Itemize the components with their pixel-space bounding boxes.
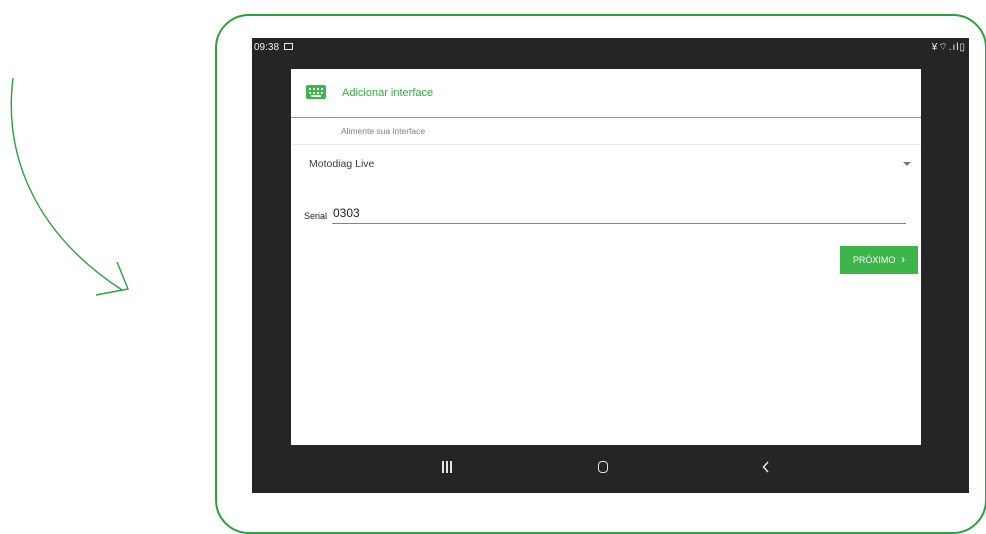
chevron-right-icon: › (901, 254, 906, 266)
android-nav-bar (252, 445, 969, 493)
tablet-screen: 09:38 ¥⌔.ıl▯ Adicionar interface Aliment… (252, 38, 969, 493)
app-header: Adicionar interface (291, 69, 921, 118)
status-indicators: ¥⌔.ıl▯ (931, 42, 966, 53)
next-button-label: PRÓXIMO (852, 255, 896, 265)
serial-label: Serial (304, 211, 328, 221)
status-bar: 09:38 ¥⌔.ıl▯ (252, 38, 969, 58)
status-time: 09:38 (254, 42, 280, 53)
subheader-text: Alimente sua interface (341, 126, 426, 136)
home-icon[interactable] (598, 461, 608, 473)
caret-down-icon (903, 162, 911, 166)
keyboard-icon (306, 85, 326, 99)
subheader: Alimente sua interface (291, 118, 921, 145)
interface-select[interactable]: Motodiag Live (291, 145, 921, 181)
back-icon[interactable] (762, 461, 770, 473)
page-title: Adicionar interface (342, 87, 434, 99)
interface-select-value: Motodiag Live (309, 158, 375, 170)
add-interface-screen: Adicionar interface Alimente sua interfa… (291, 69, 921, 445)
next-button[interactable]: PRÓXIMO › (840, 246, 918, 274)
gallery-notification-icon (284, 43, 293, 50)
serial-input[interactable] (332, 204, 906, 224)
curved-arrow-decoration (10, 77, 129, 296)
recent-apps-icon[interactable] (442, 461, 452, 473)
